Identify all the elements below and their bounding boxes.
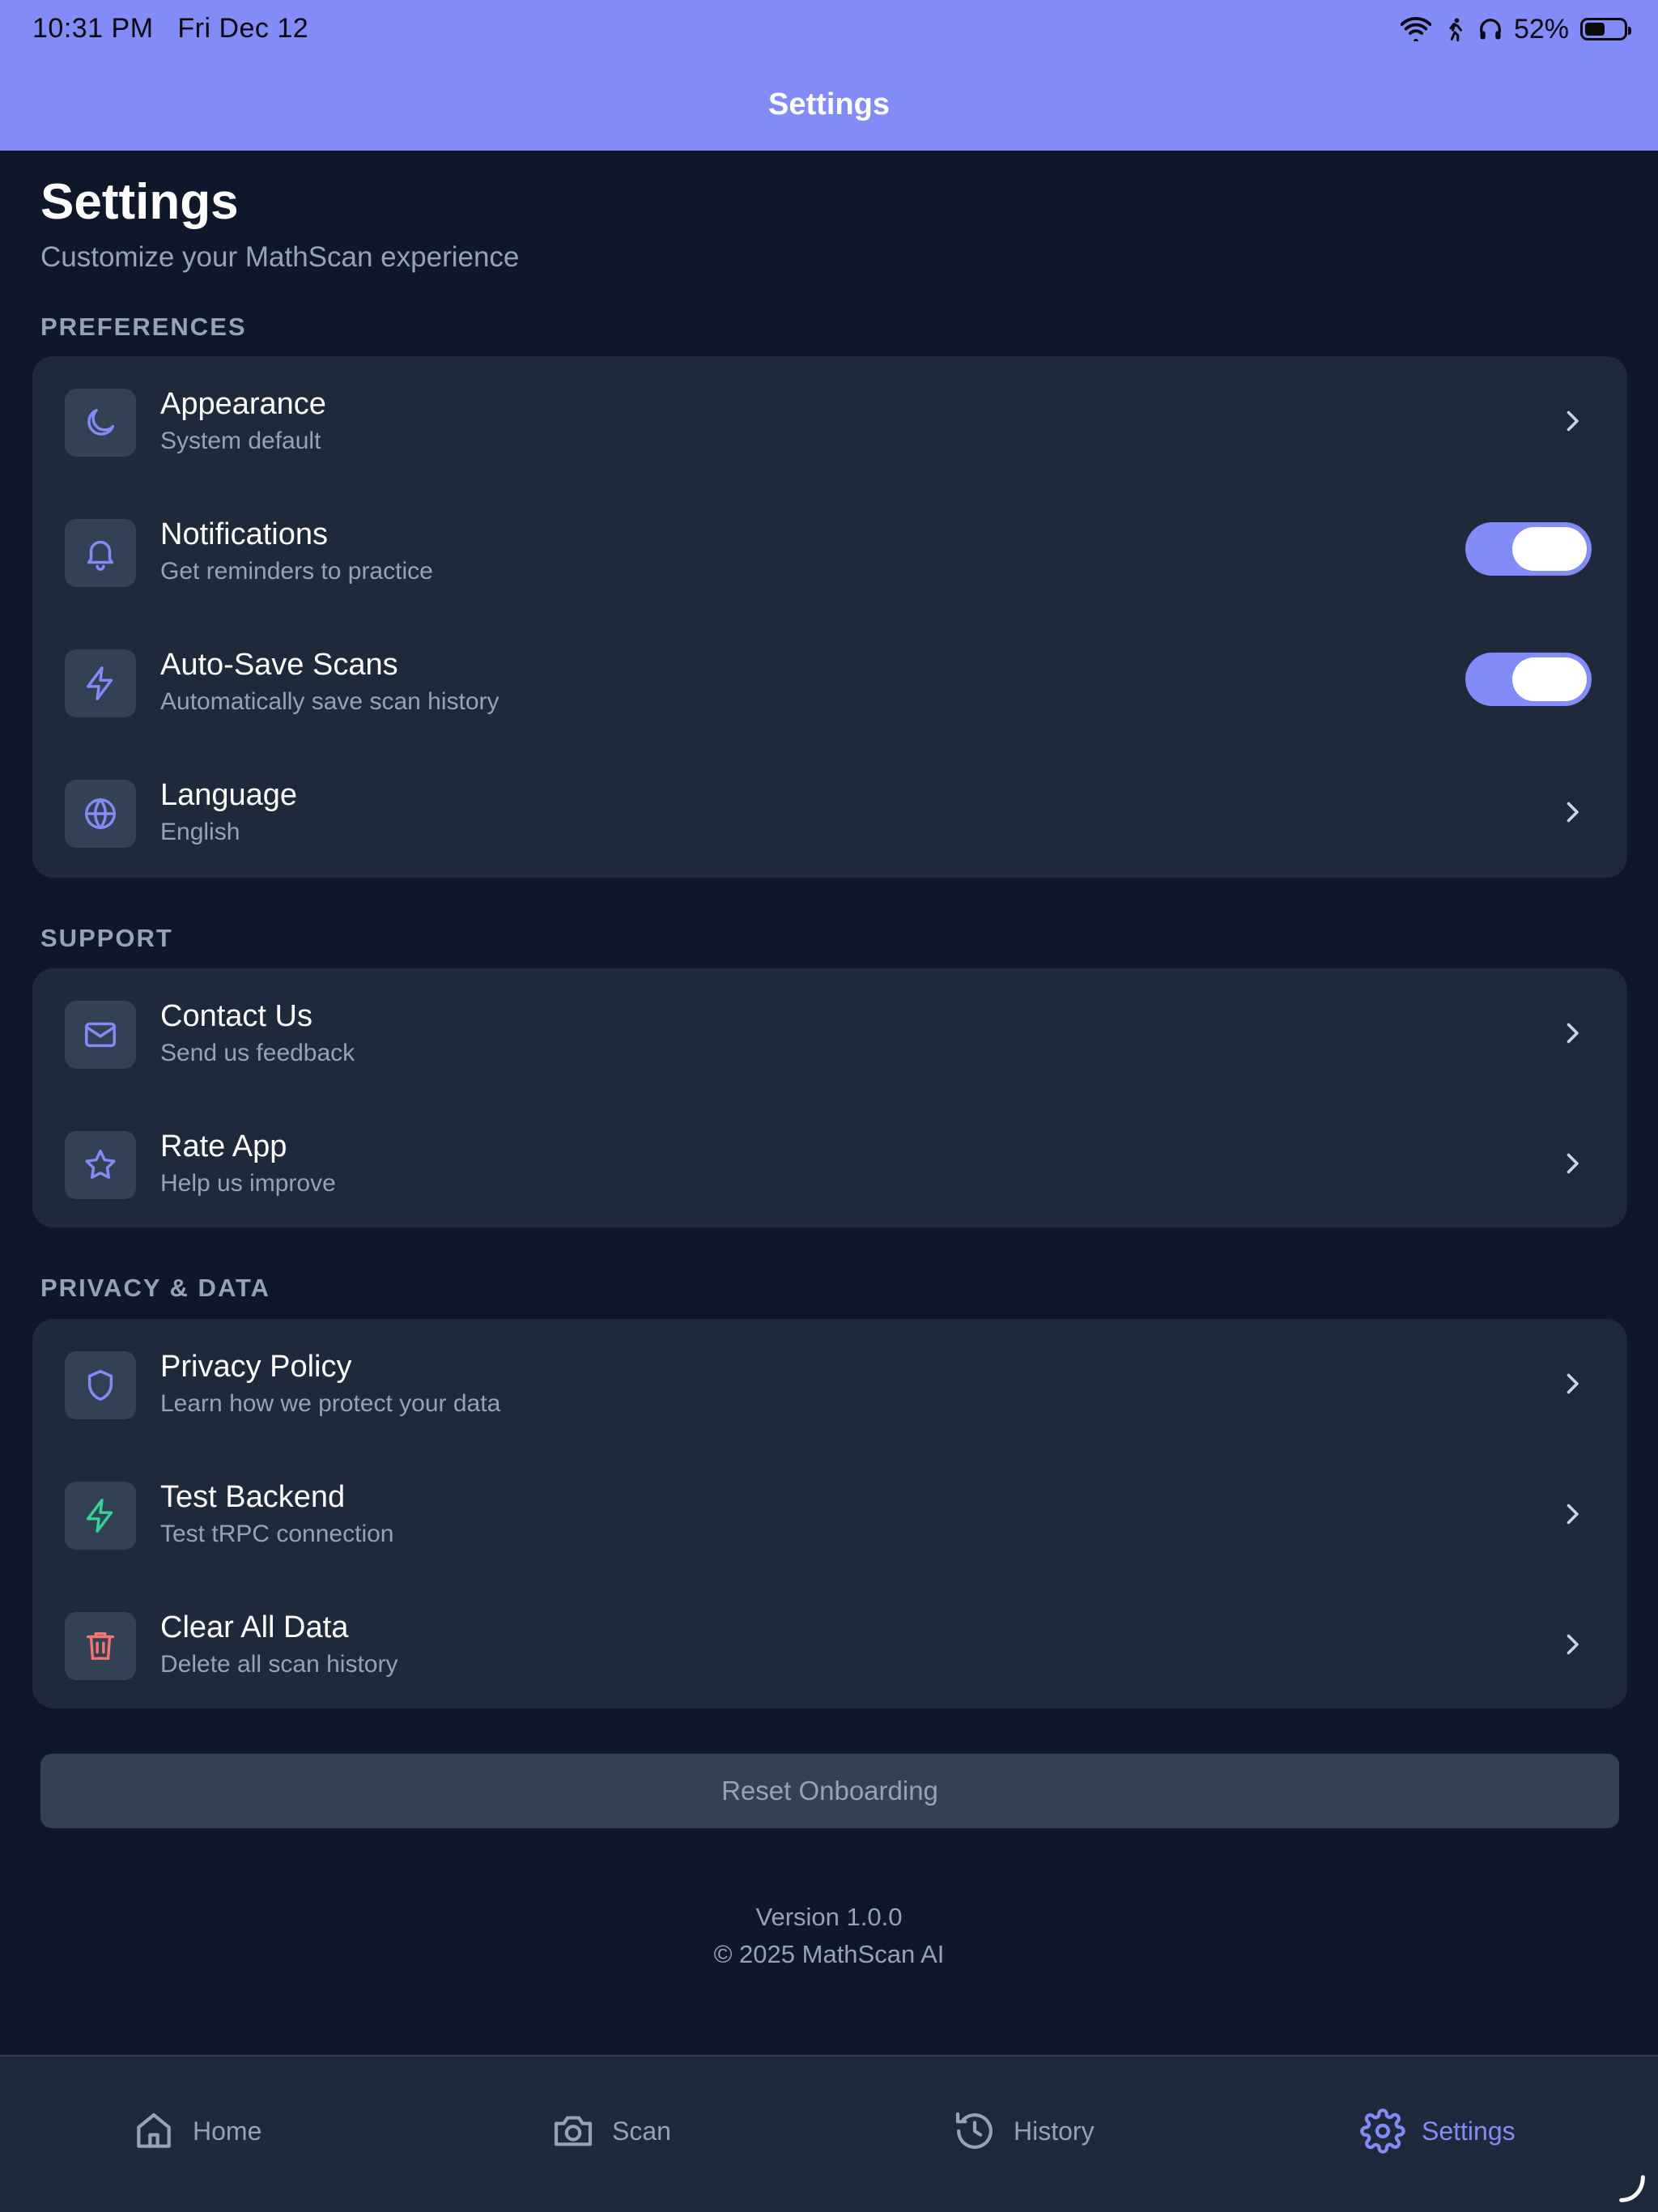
- row-title: Rate App: [160, 1129, 287, 1163]
- toggle-knob: [1512, 657, 1587, 701]
- status-time: 10:31 PM: [32, 13, 154, 44]
- gear-icon: [1360, 2108, 1405, 2154]
- row-title: Language: [160, 778, 298, 812]
- row-title: Test Backend: [160, 1480, 346, 1514]
- home-icon: [137, 2113, 171, 2148]
- section-label-support: SUPPORT: [40, 924, 173, 952]
- icon-box: [65, 649, 136, 717]
- reset-onboarding-button[interactable]: Reset Onboarding: [40, 1754, 1619, 1828]
- settings-row-contact-us[interactable]: Contact Us Send us feedback: [32, 968, 1627, 1099]
- settings-row-language[interactable]: Language English: [32, 747, 1627, 878]
- icon-box: [65, 389, 136, 457]
- battery-percent: 52%: [1513, 13, 1569, 45]
- privacy-card: Privacy Policy Learn how we protect your…: [32, 1319, 1627, 1708]
- icon-box: [65, 519, 136, 587]
- tab-settings[interactable]: Settings: [1360, 2107, 1516, 2155]
- chevron-right-icon: [1567, 1023, 1579, 1044]
- row-subtitle: Automatically save scan history: [160, 688, 500, 715]
- notifications-toggle[interactable]: [1465, 522, 1592, 576]
- camera-icon: [554, 2116, 593, 2146]
- lightning-icon: [86, 666, 113, 700]
- chevron-right-icon: [1567, 1153, 1579, 1174]
- star-icon: [85, 1150, 116, 1179]
- row-title: Clear All Data: [160, 1610, 349, 1644]
- auto-save-toggle[interactable]: [1465, 653, 1592, 706]
- corner-indicator-icon: [1619, 2175, 1645, 2202]
- row-subtitle: Help us improve: [160, 1170, 336, 1197]
- nav-title: Settings: [768, 87, 890, 121]
- preferences-card: Appearance System default Notifications …: [32, 356, 1627, 878]
- row-title: Auto-Save Scans: [160, 648, 398, 682]
- tab-bar: Home Scan History Settings: [0, 2055, 1658, 2212]
- settings-row-privacy-policy[interactable]: Privacy Policy Learn how we protect your…: [32, 1319, 1627, 1449]
- tab-label: Scan: [612, 2116, 671, 2146]
- tab-history[interactable]: History: [952, 2107, 1095, 2155]
- icon-box: [65, 780, 136, 848]
- row-title: Privacy Policy: [160, 1350, 352, 1384]
- icon-box: [65, 1001, 136, 1069]
- chevron-right-icon: [1567, 1634, 1579, 1655]
- tab-scan[interactable]: Scan: [551, 2107, 671, 2155]
- tab-home[interactable]: Home: [131, 2107, 261, 2155]
- history-icon: [955, 2112, 993, 2149]
- row-subtitle: English: [160, 819, 240, 845]
- row-title: Appearance: [160, 387, 326, 421]
- settings-row-auto-save: Auto-Save Scans Automatically save scan …: [32, 617, 1627, 747]
- support-card: Contact Us Send us feedback Rate App Hel…: [32, 968, 1627, 1227]
- running-icon: [1449, 18, 1462, 42]
- row-title: Notifications: [160, 517, 328, 551]
- section-label-privacy: PRIVACY & DATA: [40, 1274, 271, 1302]
- settings-row-test-backend[interactable]: Test Backend Test tRPC connection: [32, 1449, 1627, 1580]
- row-title: Contact Us: [160, 999, 312, 1033]
- battery-fill: [1585, 23, 1605, 36]
- icon-box: [65, 1351, 136, 1419]
- section-label-preferences: PREFERENCES: [40, 313, 247, 341]
- chevron-right-icon: [1567, 410, 1579, 432]
- row-subtitle: Test tRPC connection: [160, 1521, 394, 1547]
- top-bar: 10:31 PM Fri Dec 12 52% Settings: [0, 0, 1658, 151]
- row-subtitle: Get reminders to practice: [160, 558, 433, 585]
- row-subtitle: Send us feedback: [160, 1040, 355, 1066]
- toggle-knob: [1512, 527, 1587, 571]
- settings-row-clear-all-data[interactable]: Clear All Data Delete all scan history: [32, 1580, 1627, 1710]
- status-date: Fri Dec 12: [177, 13, 309, 44]
- chevron-right-icon: [1567, 1504, 1579, 1525]
- version-text: Version 1.0.0: [755, 1903, 903, 1931]
- page-title: Settings: [40, 174, 239, 230]
- status-time-date: 10:31 PM Fri Dec 12: [32, 13, 308, 45]
- row-subtitle: Delete all scan history: [160, 1651, 398, 1678]
- lightning-icon: [86, 1499, 113, 1533]
- page-subtitle: Customize your MathScan experience: [40, 241, 520, 273]
- wifi-icon: [1400, 17, 1431, 41]
- trash-icon: [86, 1631, 115, 1661]
- battery-icon: [1580, 18, 1631, 40]
- moon-icon: [87, 408, 115, 436]
- row-subtitle: System default: [160, 428, 321, 454]
- tab-label: Home: [193, 2116, 262, 2146]
- chevron-right-icon: [1567, 802, 1579, 823]
- settings-row-appearance[interactable]: Appearance System default: [32, 356, 1627, 487]
- status-indicators: 52%: [1400, 11, 1631, 47]
- icon-box: [65, 1131, 136, 1199]
- globe-icon: [85, 798, 116, 829]
- icon-box: [65, 1612, 136, 1680]
- headphones-icon: [1480, 19, 1501, 40]
- tab-label: Settings: [1422, 2116, 1516, 2146]
- chevron-right-icon: [1567, 1373, 1579, 1394]
- bell-icon: [87, 540, 114, 571]
- settings-row-notifications: Notifications Get reminders to practice: [32, 487, 1627, 617]
- mail-icon: [85, 1022, 116, 1048]
- copyright-text: © 2025 MathScan AI: [713, 1940, 945, 1968]
- icon-box: [65, 1482, 136, 1550]
- shield-icon: [87, 1370, 113, 1401]
- settings-row-rate-app[interactable]: Rate App Help us improve: [32, 1099, 1627, 1229]
- row-subtitle: Learn how we protect your data: [160, 1390, 501, 1417]
- tab-label: History: [1014, 2116, 1095, 2146]
